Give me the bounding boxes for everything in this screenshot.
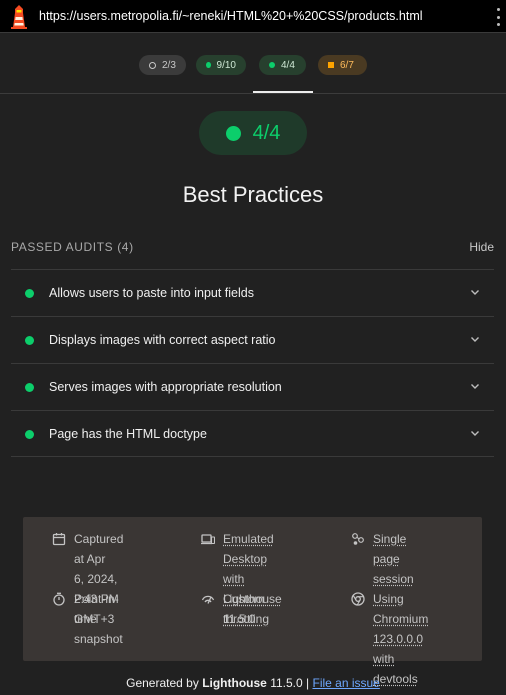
env-link[interactable]: Custom throttling — [223, 589, 269, 629]
throttling-icon — [201, 595, 215, 604]
audit-list: Allows users to paste into input fields … — [11, 269, 494, 457]
gauge-pill-1[interactable]: 2/3 — [139, 55, 186, 75]
report-footer: Generated by Lighthouse 11.5.0 | File an… — [0, 676, 506, 690]
env-link[interactable]: Single page — [373, 529, 414, 569]
audit-title: Page has the HTML doctype — [49, 427, 207, 441]
hide-audits-button[interactable]: Hide — [469, 240, 494, 254]
audit-item[interactable]: Serves images with appropriate resolutio… — [11, 363, 494, 410]
env-link[interactable]: Desktop with — [223, 549, 282, 589]
category-title: Best Practices — [182, 182, 324, 207]
pass-dot-icon — [25, 336, 34, 345]
active-gauge-underline — [253, 91, 313, 93]
env-link[interactable]: Using Chromium — [373, 589, 428, 629]
env-text: Captured at Apr — [74, 532, 124, 566]
category-score-badge: 4/4 — [199, 111, 307, 155]
score-gauges-bar: 2/3 9/10 4/4 6/7 — [0, 33, 506, 94]
env-text: Point-in-time — [74, 592, 119, 626]
env-link[interactable]: session — [373, 569, 414, 589]
passed-audits-label: PASSED AUDITS (4) — [11, 240, 134, 254]
audit-title: Displays images with correct aspect rati… — [49, 333, 276, 347]
runtime-settings-box: Captured at Apr 6, 2024, 2:43 PM GMT+3 E… — [23, 517, 482, 686]
page-url[interactable]: https://users.metropolia.fi/~reneki/HTML… — [39, 9, 423, 23]
session-icon — [352, 533, 364, 545]
pass-marker-icon — [269, 62, 275, 68]
env-link[interactable]: Emulated — [223, 529, 282, 549]
passed-audits-header: PASSED AUDITS (4) Hide — [11, 240, 494, 254]
pass-dot-icon — [25, 430, 34, 439]
footer-prefix: Generated by — [126, 676, 199, 690]
kebab-menu-icon[interactable] — [495, 8, 501, 26]
gauge-pill-label: 9/10 — [216, 59, 236, 71]
pass-dot-icon — [225, 125, 241, 141]
report-topbar: https://users.metropolia.fi/~reneki/HTML… — [0, 0, 506, 33]
calendar-icon — [52, 533, 66, 546]
footer-product: Lighthouse — [202, 676, 267, 690]
devices-icon — [201, 534, 215, 545]
chevron-down-icon[interactable] — [470, 381, 480, 391]
file-issue-link[interactable]: File an issue — [312, 676, 379, 690]
gauge-pill-2[interactable]: 9/10 — [196, 55, 246, 75]
pass-dot-icon — [25, 289, 34, 298]
gauge-pill-3[interactable]: 4/4 — [259, 55, 306, 75]
audit-item[interactable]: Displays images with correct aspect rati… — [11, 316, 494, 363]
footer-version: 11.5.0 | — [270, 676, 310, 690]
audit-item[interactable]: Allows users to paste into input fields — [11, 269, 494, 316]
pass-dot-icon — [25, 383, 34, 392]
chevron-down-icon[interactable] — [470, 334, 480, 344]
audit-title: Allows users to paste into input fields — [49, 286, 254, 300]
audit-title: Serves images with appropriate resolutio… — [49, 380, 282, 394]
chevron-down-icon[interactable] — [470, 287, 480, 297]
gauge-pill-label: 6/7 — [340, 59, 354, 71]
gauge-pill-4[interactable]: 6/7 — [318, 55, 367, 75]
gauge-pill-label: 2/3 — [162, 59, 176, 71]
chrome-icon — [351, 592, 365, 606]
pass-marker-icon — [206, 62, 211, 68]
env-link[interactable]: 123.0.0.0 with — [373, 629, 428, 669]
audit-item[interactable]: Page has the HTML doctype — [11, 410, 494, 457]
category-score: 4/4 — [252, 121, 281, 144]
average-marker-icon — [328, 62, 334, 68]
lighthouse-logo-icon — [11, 5, 27, 29]
env-text: snapshot — [74, 632, 123, 646]
timer-icon — [53, 592, 65, 606]
gauge-pill-label: 4/4 — [281, 59, 295, 71]
chevron-down-icon[interactable] — [470, 428, 480, 438]
neutral-marker-icon — [149, 61, 156, 69]
